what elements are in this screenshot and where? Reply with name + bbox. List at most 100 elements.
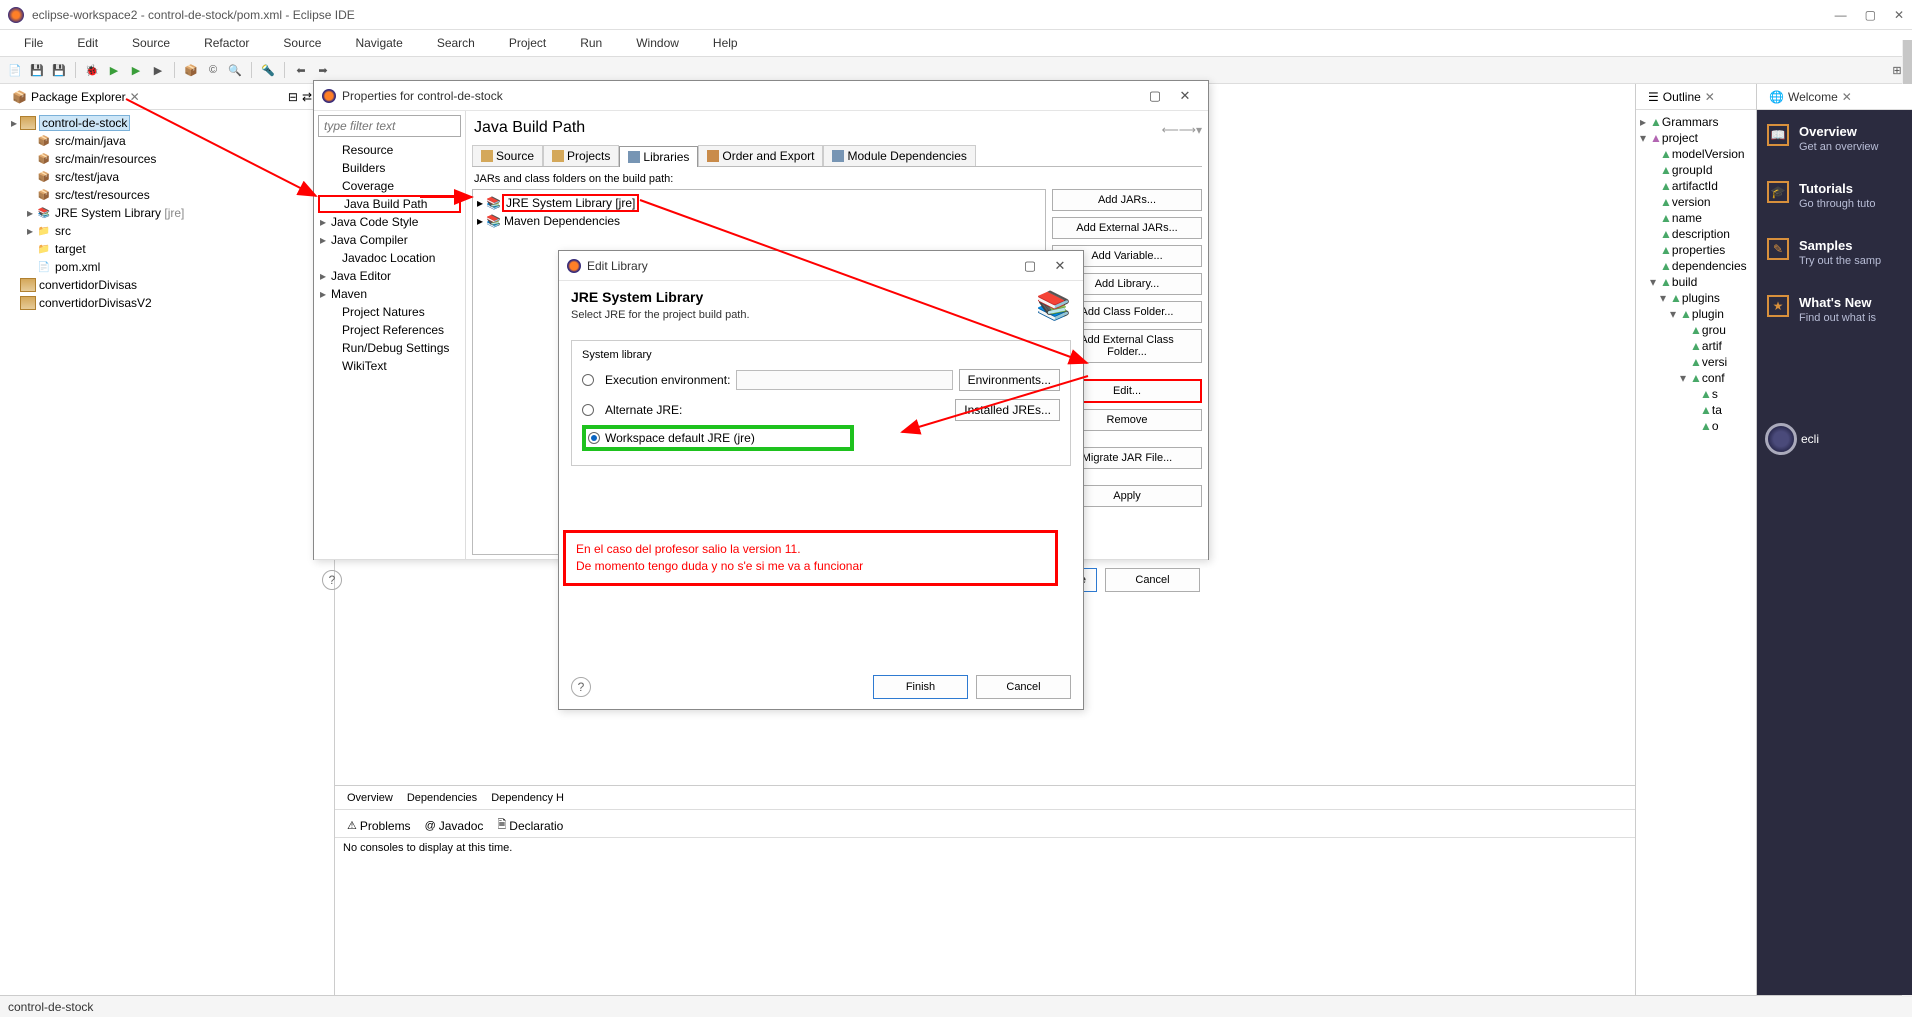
- outline-item[interactable]: ▲ o: [1638, 418, 1754, 434]
- outline-item[interactable]: ▲ properties: [1638, 242, 1754, 258]
- debug-icon[interactable]: 🐞: [83, 61, 101, 79]
- welcome-item[interactable]: 🎓TutorialsGo through tuto: [1757, 167, 1912, 224]
- outline-item[interactable]: ▲ groupId: [1638, 162, 1754, 178]
- nav-item[interactable]: ▸Maven: [318, 285, 461, 303]
- new-class-icon[interactable]: ©: [204, 61, 222, 79]
- maximize-icon[interactable]: ▢: [1865, 8, 1876, 22]
- menu-run[interactable]: Run: [564, 33, 618, 53]
- cancel-button[interactable]: Cancel: [1105, 568, 1200, 592]
- tab-dependency-h[interactable]: Dependency H: [485, 790, 570, 806]
- outline-item[interactable]: ▲ versi: [1638, 354, 1754, 370]
- new-package-icon[interactable]: 📦: [182, 61, 200, 79]
- close-outline-icon[interactable]: ✕: [1705, 90, 1715, 104]
- nav-item[interactable]: Project References: [318, 321, 461, 339]
- radio-workspace-default[interactable]: [588, 432, 600, 444]
- tree-item[interactable]: convertidorDivisas: [4, 276, 330, 294]
- tab-declaration[interactable]: 🗎 Declaratio: [491, 814, 569, 837]
- back-nav-icon[interactable]: ⟵: [1162, 123, 1179, 137]
- tree-item[interactable]: ▸control-de-stock: [4, 114, 330, 132]
- installed-jres-button[interactable]: Installed JREs...: [955, 399, 1060, 421]
- edit-dialog-maximize-icon[interactable]: ▢: [1015, 258, 1045, 274]
- jar-item[interactable]: ▸📚JRE System Library [jre]: [477, 194, 1041, 212]
- outline-item[interactable]: ▾▲ plugins: [1638, 290, 1754, 306]
- help-icon[interactable]: ?: [322, 570, 342, 590]
- search-icon[interactable]: 🔦: [259, 61, 277, 79]
- menu-window[interactable]: Window: [620, 33, 695, 53]
- close-tab-icon[interactable]: ✕: [130, 90, 140, 104]
- forward-icon[interactable]: ➡: [314, 61, 332, 79]
- lib-button[interactable]: Add JARs...: [1052, 189, 1202, 211]
- tab-libraries[interactable]: Libraries: [619, 146, 698, 167]
- tree-item[interactable]: ▸📁src: [4, 222, 330, 240]
- close-icon[interactable]: ✕: [1894, 8, 1904, 22]
- outline-item[interactable]: ▲ name: [1638, 210, 1754, 226]
- dialog-maximize-icon[interactable]: ▢: [1140, 88, 1170, 104]
- open-type-icon[interactable]: 🔍: [226, 61, 244, 79]
- environments-button[interactable]: Environments...: [959, 369, 1060, 391]
- nav-item[interactable]: Builders: [318, 159, 461, 177]
- workspace-default-option[interactable]: Workspace default JRE (jre): [582, 425, 854, 451]
- menu-edit[interactable]: Edit: [61, 33, 114, 53]
- forward-nav-icon[interactable]: ⟶: [1179, 123, 1196, 137]
- jar-item[interactable]: ▸📚Maven Dependencies: [477, 212, 1041, 230]
- tab-problems[interactable]: ⚠ Problems: [341, 817, 417, 835]
- minimize-icon[interactable]: —: [1835, 8, 1847, 22]
- outline-item[interactable]: ▸▲ Grammars: [1638, 114, 1754, 130]
- back-icon[interactable]: ⬅: [292, 61, 310, 79]
- menu-source2[interactable]: Source: [267, 33, 337, 53]
- tree-item[interactable]: convertidorDivisasV2: [4, 294, 330, 312]
- outline-item[interactable]: ▲ dependencies: [1638, 258, 1754, 274]
- menu-help[interactable]: Help: [697, 33, 754, 53]
- outline-tab[interactable]: ☰ Outline ✕: [1642, 88, 1721, 106]
- tree-item[interactable]: ▸📚JRE System Library [jre]: [4, 204, 330, 222]
- nav-item[interactable]: Coverage: [318, 177, 461, 195]
- tree-item[interactable]: 📦src/test/resources: [4, 186, 330, 204]
- radio-alternate-jre[interactable]: [582, 404, 594, 416]
- nav-item[interactable]: Java Build Path: [318, 195, 461, 213]
- tab-javadoc[interactable]: @ Javadoc: [419, 817, 490, 835]
- tab-dependencies[interactable]: Dependencies: [401, 790, 483, 806]
- tree-item[interactable]: 📦src/main/resources: [4, 150, 330, 168]
- tree-item[interactable]: 📄pom.xml: [4, 258, 330, 276]
- outline-tree[interactable]: ▸▲ Grammars▾▲ project▲ modelVersion▲ gro…: [1636, 110, 1756, 438]
- lib-button[interactable]: Add External JARs...: [1052, 217, 1202, 239]
- menu-source[interactable]: Source: [116, 33, 186, 53]
- save-all-icon[interactable]: 💾: [50, 61, 68, 79]
- welcome-item[interactable]: 📖OverviewGet an overview: [1757, 110, 1912, 167]
- package-explorer-tab[interactable]: 📦 Package Explorer ✕: [6, 88, 146, 106]
- tab-source[interactable]: Source: [472, 145, 543, 166]
- save-icon[interactable]: 💾: [28, 61, 46, 79]
- close-welcome-icon[interactable]: ✕: [1842, 90, 1852, 104]
- outline-item[interactable]: ▲ version: [1638, 194, 1754, 210]
- nav-item[interactable]: Project Natures: [318, 303, 461, 321]
- coverage-icon[interactable]: ▶: [127, 61, 145, 79]
- tree-item[interactable]: 📁target: [4, 240, 330, 258]
- outline-item[interactable]: ▾▲ project: [1638, 130, 1754, 146]
- welcome-item[interactable]: ★What's NewFind out what is: [1757, 281, 1912, 338]
- menu-drop-icon[interactable]: ▾: [1196, 123, 1202, 137]
- link-editor-icon[interactable]: ⇄: [302, 90, 312, 104]
- nav-item[interactable]: Javadoc Location: [318, 249, 461, 267]
- tab-order-export[interactable]: Order and Export: [698, 145, 823, 166]
- collapse-all-icon[interactable]: ⊟: [288, 90, 298, 104]
- outline-item[interactable]: ▾▲ conf: [1638, 370, 1754, 386]
- new-icon[interactable]: 📄: [6, 61, 24, 79]
- nav-item[interactable]: Run/Debug Settings: [318, 339, 461, 357]
- outline-item[interactable]: ▲ description: [1638, 226, 1754, 242]
- outline-item[interactable]: ▾▲ build: [1638, 274, 1754, 290]
- edit-help-icon[interactable]: ?: [571, 677, 591, 697]
- nav-item[interactable]: ▸Java Code Style: [318, 213, 461, 231]
- outline-item[interactable]: ▲ s: [1638, 386, 1754, 402]
- nav-item[interactable]: Resource: [318, 141, 461, 159]
- nav-item[interactable]: WikiText: [318, 357, 461, 375]
- menu-file[interactable]: File: [8, 33, 59, 53]
- menu-search[interactable]: Search: [421, 33, 491, 53]
- edit-dialog-close-icon[interactable]: ✕: [1045, 258, 1075, 274]
- outline-item[interactable]: ▲ ta: [1638, 402, 1754, 418]
- tree-item[interactable]: 📦src/test/java: [4, 168, 330, 186]
- exec-env-combo[interactable]: [736, 370, 952, 390]
- run-icon[interactable]: ▶: [105, 61, 123, 79]
- tab-projects[interactable]: Projects: [543, 145, 619, 166]
- dialog-close-icon[interactable]: ✕: [1170, 88, 1200, 104]
- finish-button[interactable]: Finish: [873, 675, 968, 699]
